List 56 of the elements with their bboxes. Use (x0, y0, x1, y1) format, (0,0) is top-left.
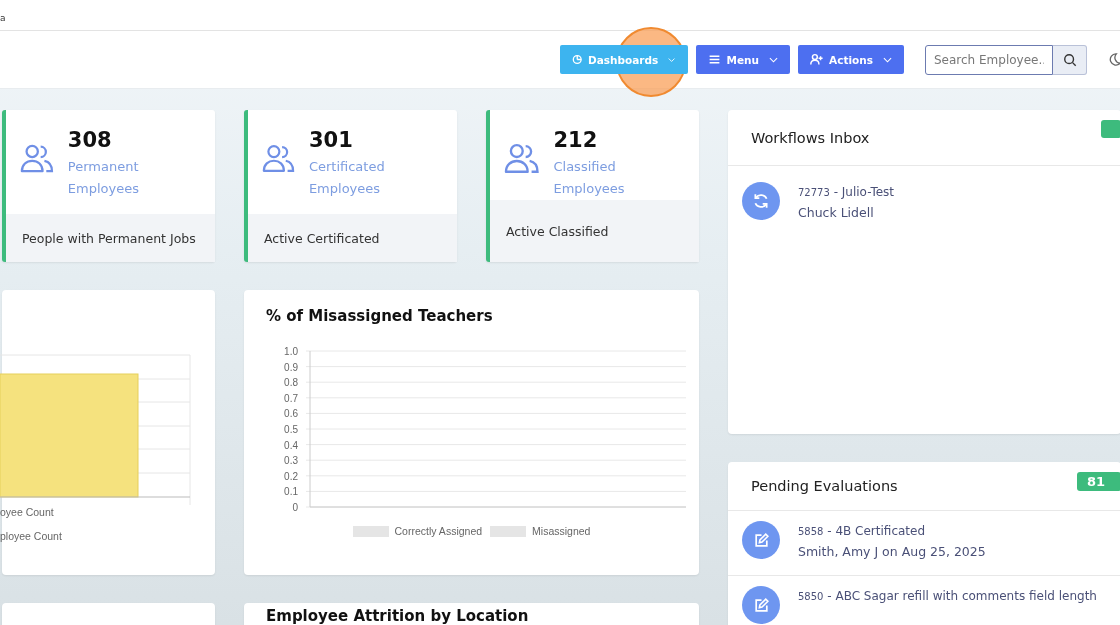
stat-value: 308 (67, 128, 113, 152)
item-subtitle: Smith, Amy J on Aug 25, 2025 (798, 543, 986, 561)
search-button[interactable] (1053, 44, 1087, 75)
item-subtitle: Chuck Lidell (798, 204, 875, 222)
y-tick-label: 0.4 (284, 439, 298, 451)
y-tick-label: 0.9 (284, 361, 298, 373)
y-tick-label: 0.2 (284, 470, 298, 482)
y-tick-label: 0 (292, 502, 298, 513)
browser-tab-title: a (0, 13, 6, 23)
stat-label: Classified Employees (553, 158, 626, 198)
refresh-icon (742, 182, 780, 220)
item-title[interactable]: - Julio-Test (833, 185, 895, 199)
stat-label: Certificated Employees (308, 158, 386, 198)
chart-title: Employee Attrition by Location (266, 607, 530, 625)
y-tick-label: 0.8 (284, 377, 298, 389)
legend-label: Misassigned (532, 525, 591, 537)
y-tick-label: 0.6 (284, 408, 298, 420)
stat-footer: People with Permanent Jobs (6, 214, 215, 262)
legend-label: oyee Count (0, 506, 55, 518)
y-tick-label: 0.1 (284, 486, 298, 498)
y-tick-label: 1.0 (284, 346, 298, 357)
panel-title: Workflows Inbox (751, 129, 870, 146)
stat-footer: Active Classified (490, 200, 699, 262)
people-icon (504, 142, 540, 174)
item-id: 72773 (798, 187, 830, 198)
item-id: 5850 (798, 591, 824, 602)
stat-value: 301 (308, 128, 354, 152)
count-badge (1101, 120, 1120, 138)
moon-icon[interactable] (1107, 52, 1120, 67)
chevron-down-icon (883, 56, 892, 63)
item-title[interactable]: - 4B Certificated (827, 524, 926, 538)
legend-label: Correctly Assigned (394, 525, 483, 537)
stat-value: 212 (553, 128, 599, 152)
y-tick-label: 0.3 (284, 455, 298, 467)
legend-label: ployee Count (0, 530, 62, 542)
y-tick-label: 0.5 (284, 424, 298, 435)
user-plus-icon (810, 53, 824, 66)
chevron-down-icon (769, 56, 779, 63)
nav-dropdown-button[interactable]: Actions (798, 45, 904, 74)
search-field[interactable]: Search Employee.. (925, 44, 1053, 75)
stat-footer: Active Certificated (248, 214, 457, 262)
stat-label: Permanent Employees (67, 158, 140, 198)
search-icon (1062, 52, 1077, 67)
chevron-down-icon (668, 56, 676, 63)
pie-chart-icon (571, 53, 582, 66)
menu-icon (707, 53, 721, 66)
item-title[interactable]: - ABC Sagar refill with comments field length (827, 589, 1097, 603)
chart-title: % of Misassigned Teachers (266, 307, 494, 325)
people-icon (20, 142, 54, 174)
people-icon (262, 142, 295, 174)
panel-title: Pending Evaluations (751, 478, 898, 494)
y-tick-label: 0.7 (284, 392, 298, 404)
nav-dropdown-button[interactable]: Menu (695, 45, 791, 74)
item-id: 5858 (798, 526, 824, 537)
edit-icon (742, 521, 780, 559)
count-badge: 81 (1076, 472, 1120, 491)
